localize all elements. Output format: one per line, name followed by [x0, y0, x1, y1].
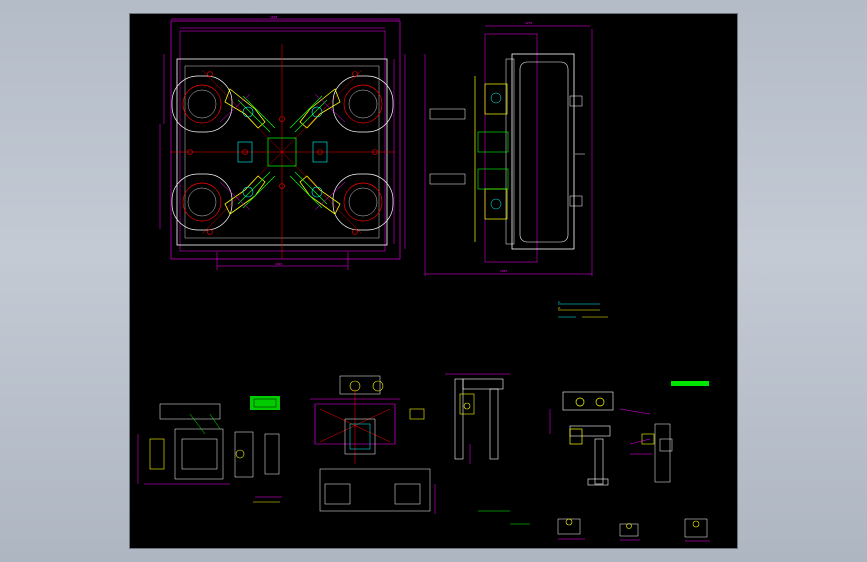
detail-small-parts	[478, 510, 710, 542]
detail-lower-left	[137, 396, 282, 503]
side-view: 1270 1007	[424, 21, 593, 276]
tech-req-line-2: 2.	[558, 306, 562, 310]
tech-notes	[558, 303, 608, 318]
main-plan-view: 1430 1015	[159, 15, 406, 270]
detail-stand	[549, 381, 709, 486]
drawing-sheet[interactable]: 1430 1015 1270 1007 1. 2.	[129, 13, 738, 549]
dim-text-top: 1430	[270, 15, 277, 19]
side-dim-bottom: 1007	[500, 269, 507, 273]
detail-lower-center	[310, 375, 436, 514]
side-dim-top: 1270	[525, 21, 532, 25]
detail-bracket	[445, 373, 510, 464]
dim-text-bottom: 1015	[275, 262, 282, 266]
cad-drawing: 1430 1015 1270 1007	[137, 15, 710, 542]
tech-req-line-1: 1.	[558, 300, 562, 304]
